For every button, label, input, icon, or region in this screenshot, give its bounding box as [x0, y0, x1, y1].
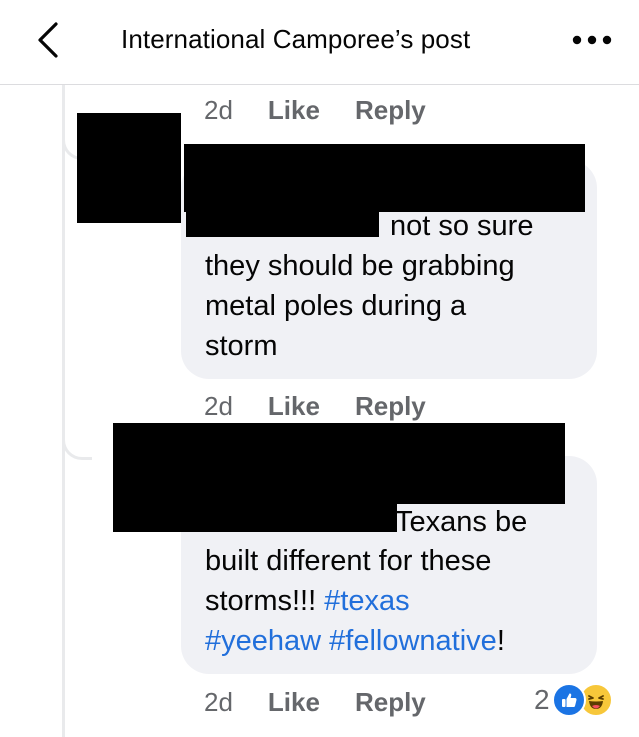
like-button[interactable]: Like [268, 687, 320, 718]
comment-text: built different for these [205, 545, 492, 577]
thread-connector [62, 428, 92, 460]
comment-text: ! [496, 625, 505, 657]
comment-timestamp: 2d [204, 686, 233, 717]
chevron-left-icon [38, 22, 58, 58]
comment-actions: 2d Like Reply [204, 389, 461, 423]
page-title: International Camporee’s post [121, 24, 471, 54]
like-button[interactable]: Like [268, 391, 320, 422]
comment-text: not so sure [390, 210, 534, 242]
reply-button[interactable]: Reply [355, 391, 426, 422]
like-reaction-icon [551, 683, 586, 717]
more-options-button[interactable] [570, 26, 614, 54]
comment-timestamp: 2d [204, 94, 233, 125]
thread-line [62, 85, 65, 737]
post-header: International Camporee’s post [0, 0, 639, 85]
comment-text: Texans be [395, 506, 528, 538]
comment-text: storms!!! [205, 585, 325, 617]
comment-text: storm [205, 330, 278, 362]
reaction-count: 2 [534, 684, 550, 715]
reply-button[interactable]: Reply [355, 95, 426, 126]
back-button[interactable] [28, 18, 68, 62]
comment-text-line: #yeehaw #fellownative! [205, 621, 505, 661]
redacted-mention [186, 209, 379, 237]
avatar[interactable] [77, 113, 181, 223]
comment-timestamp: 2d [204, 390, 233, 421]
reaction-summary[interactable]: 2 [534, 680, 613, 720]
more-horizontal-icon [572, 35, 612, 45]
comment-actions: 2d Like Reply [204, 93, 461, 127]
comment-text: metal poles during a [205, 290, 467, 322]
comment-text: they should be grabbing [205, 250, 515, 282]
redacted-author-name [113, 423, 565, 504]
reply-button[interactable]: Reply [355, 687, 426, 718]
hashtag-link[interactable]: #texas [324, 585, 409, 617]
comment-text-line: storms!!! #texas [205, 581, 410, 621]
hashtag-link[interactable]: #yeehaw [205, 625, 321, 657]
like-button[interactable]: Like [268, 95, 320, 126]
comment-actions: 2d Like Reply [204, 685, 461, 719]
redacted-author-name [184, 144, 585, 212]
redacted-mention [113, 503, 397, 532]
hashtag-link[interactable]: #fellownative [329, 625, 497, 657]
